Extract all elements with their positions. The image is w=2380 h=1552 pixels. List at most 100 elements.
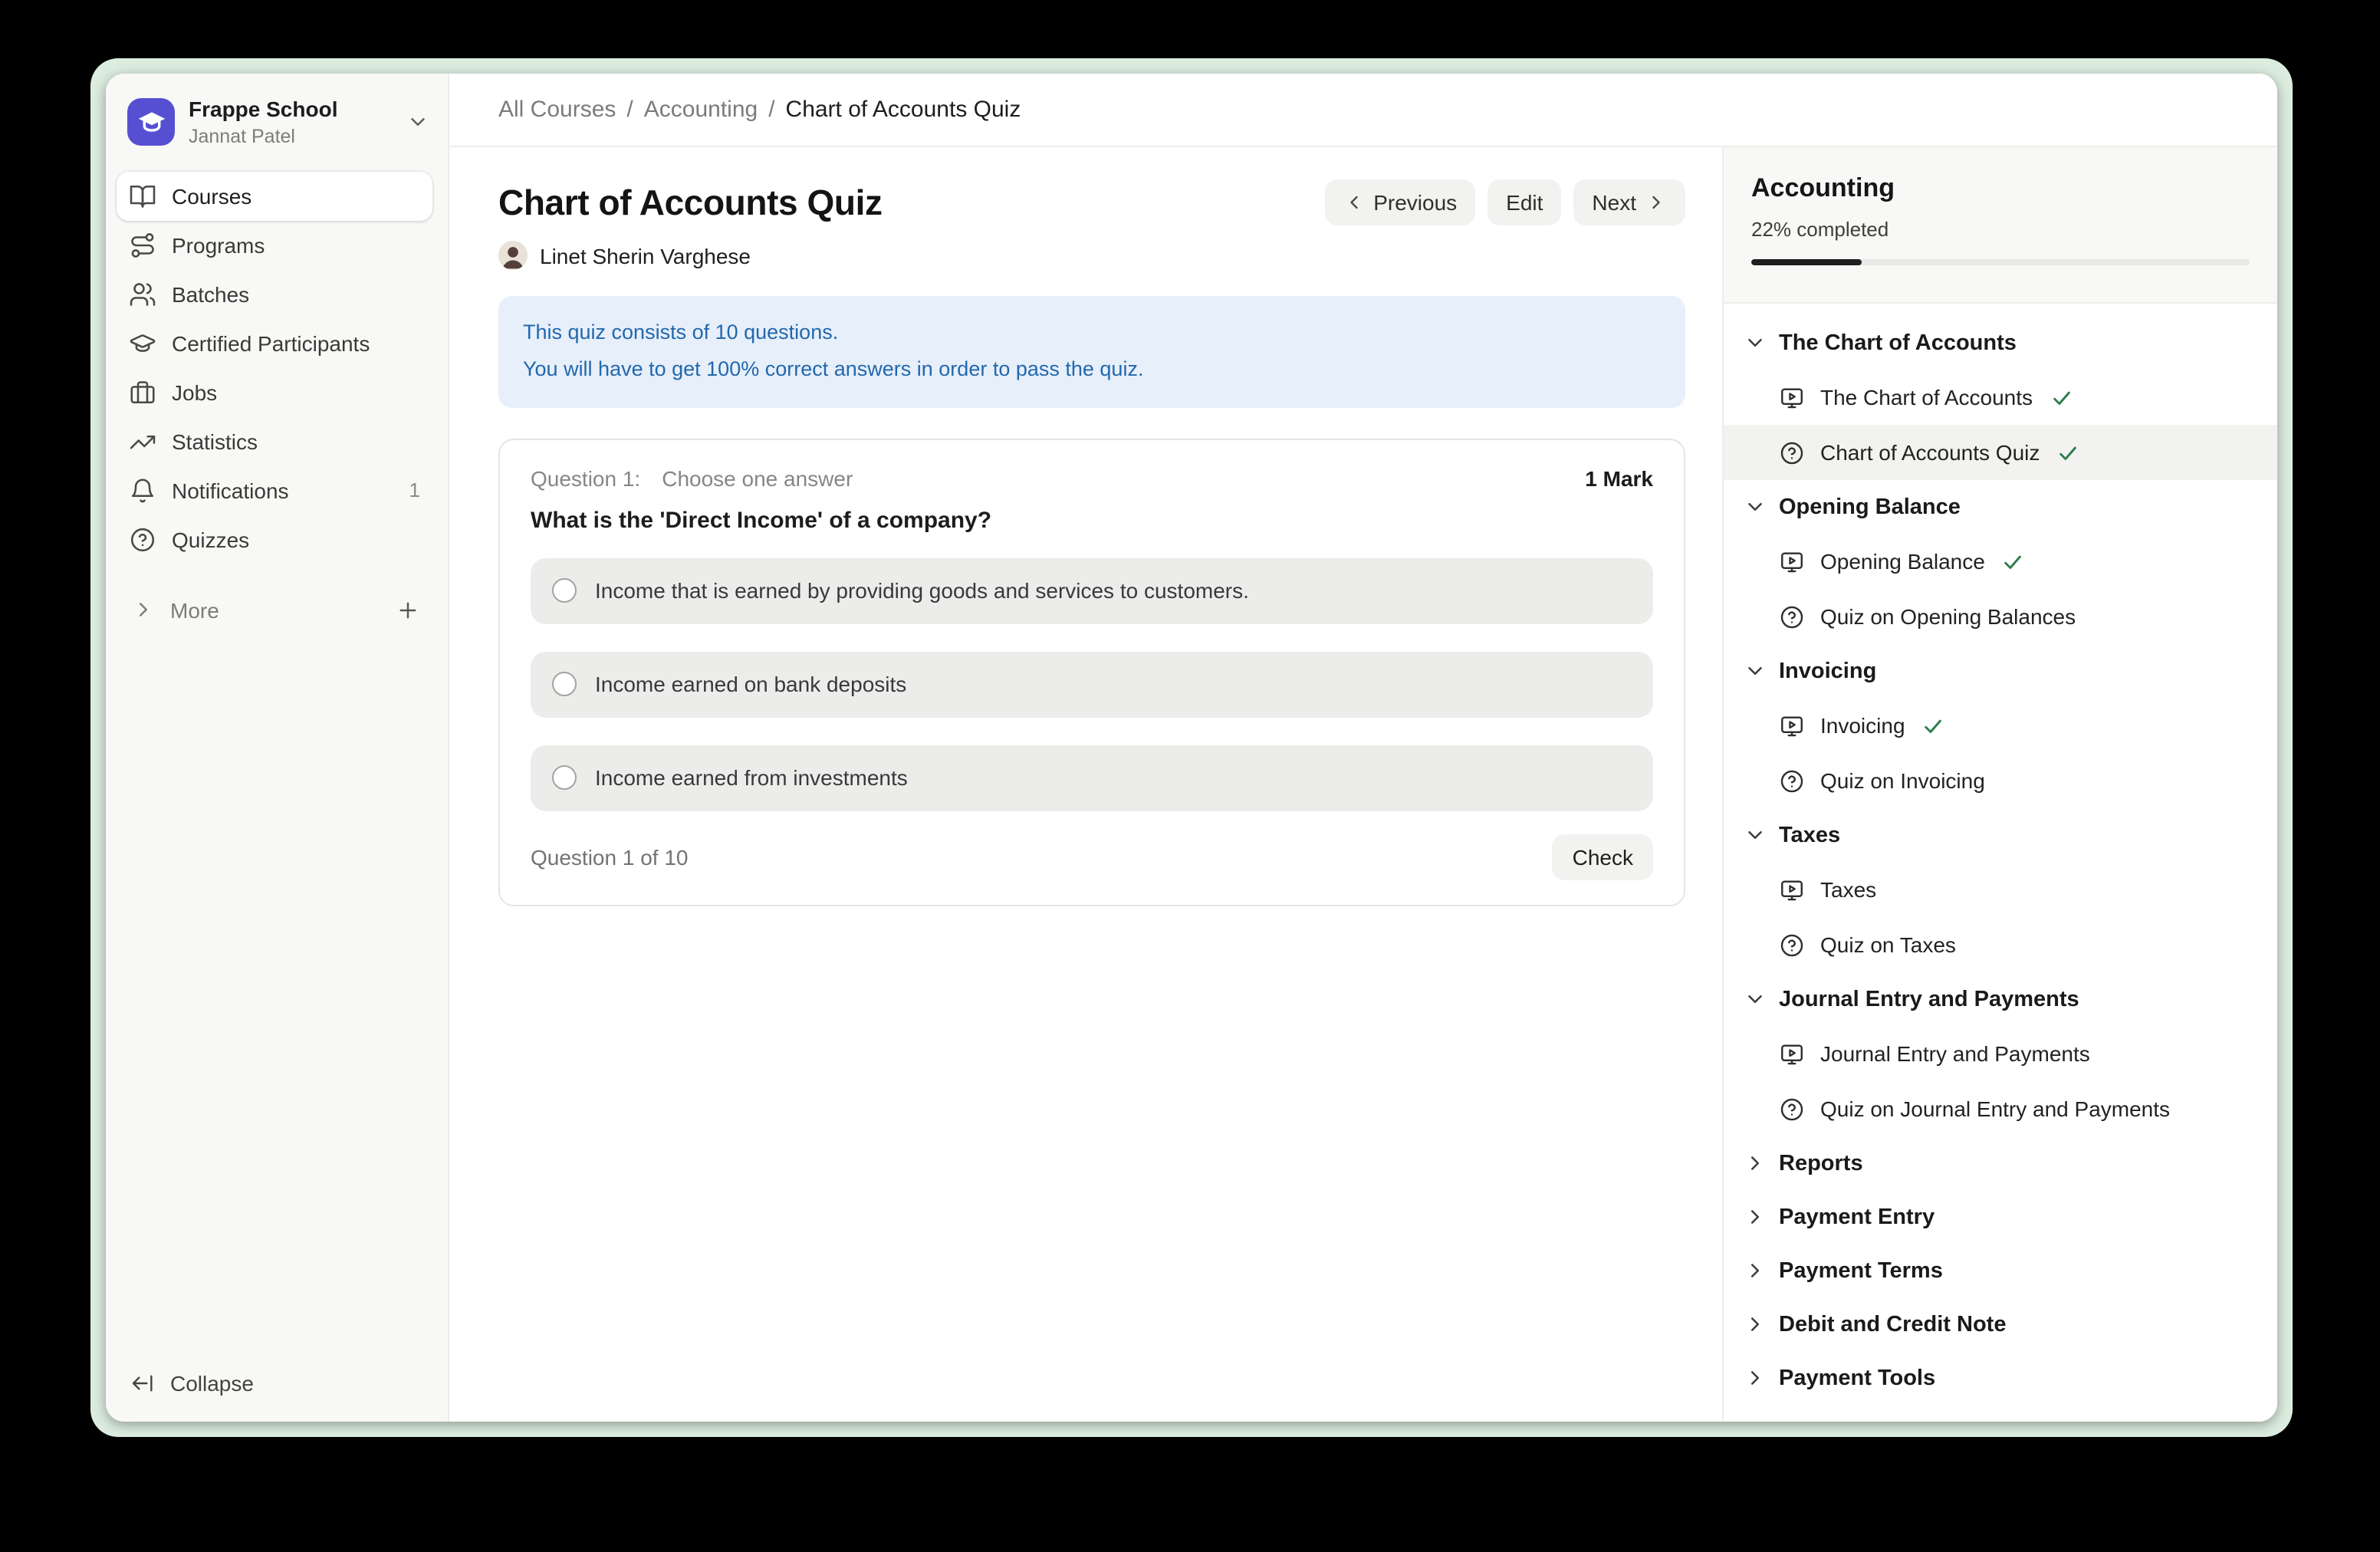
- notice-line: You will have to get 100% correct answer…: [523, 352, 1661, 390]
- chapter-row[interactable]: Opening Balance: [1724, 480, 2277, 534]
- sidebar-item-jobs[interactable]: Jobs: [117, 368, 432, 417]
- next-button[interactable]: Next: [1573, 179, 1685, 225]
- workspace-info: Frappe School Jannat Patel: [189, 97, 337, 149]
- course-progress-label: 22% completed: [1751, 218, 2250, 241]
- outline-item-quiz[interactable]: Quiz on Invoicing: [1724, 753, 2277, 808]
- option-radio[interactable]: [552, 765, 577, 790]
- chapter-title: Payment Terms: [1779, 1258, 1943, 1283]
- outline-item-quiz[interactable]: Quiz on Taxes: [1724, 917, 2277, 972]
- workspace-name: Frappe School: [189, 97, 337, 123]
- chapter-title: Opening Balance: [1779, 495, 1961, 519]
- chevron-right-icon: [1744, 1259, 1767, 1282]
- lesson-icon: [1779, 876, 1805, 903]
- course-title: Accounting: [1751, 173, 2250, 204]
- chapter-row[interactable]: Journal Entry and Payments: [1724, 972, 2277, 1026]
- previous-button-label: Previous: [1373, 190, 1457, 215]
- outline-item-label: Chart of Accounts Quiz: [1820, 440, 2040, 465]
- plus-icon[interactable]: [396, 598, 420, 623]
- chevron-right-icon: [1744, 1313, 1767, 1336]
- sidebar-item-label: Notifications: [172, 478, 289, 503]
- breadcrumb-all-courses[interactable]: All Courses: [498, 97, 616, 123]
- chapter-row-collapsed[interactable]: Payment Tools: [1724, 1351, 2277, 1405]
- outline-item-lesson[interactable]: Opening Balance: [1724, 534, 2277, 589]
- option-row[interactable]: Income earned from investments: [531, 745, 1653, 811]
- sidebar-item-notifications[interactable]: Notifications 1: [117, 466, 432, 515]
- outline-item-quiz[interactable]: Quiz on Journal Entry and Payments: [1724, 1081, 2277, 1136]
- book-open-icon: [129, 182, 156, 210]
- notice-line: This quiz consists of 10 questions.: [523, 314, 1661, 352]
- sidebar-item-batches[interactable]: Batches: [117, 270, 432, 319]
- workspace-user: Jannat Patel: [189, 123, 337, 149]
- chapter-row-collapsed[interactable]: Reports: [1724, 1136, 2277, 1190]
- chapter-title: Payment Tools: [1779, 1366, 1935, 1390]
- notification-count-badge: 1: [409, 479, 420, 502]
- outline-item-label: Quiz on Opening Balances: [1820, 604, 2076, 629]
- breadcrumb-accounting[interactable]: Accounting: [644, 97, 758, 123]
- option-radio[interactable]: [552, 578, 577, 603]
- quiz-icon: [1779, 932, 1805, 958]
- chapter-row[interactable]: Invoicing: [1724, 644, 2277, 698]
- main-content: Chart of Accounts Quiz Previous Edit: [449, 147, 1722, 1422]
- outline-item-label: Opening Balance: [1820, 549, 1985, 574]
- chevron-down-icon: [406, 111, 429, 134]
- chapter-row-collapsed[interactable]: Payment Terms: [1724, 1244, 2277, 1297]
- author-row: Linet Sherin Varghese: [498, 241, 1685, 270]
- outline-item-quiz-active[interactable]: Chart of Accounts Quiz: [1724, 425, 2277, 480]
- page-title: Chart of Accounts Quiz: [498, 182, 883, 223]
- chapter-row-collapsed[interactable]: Debit and Credit Note: [1724, 1297, 2277, 1351]
- sidebar-item-certified-participants[interactable]: Certified Participants: [117, 319, 432, 368]
- sidebar-item-courses[interactable]: Courses: [117, 172, 432, 221]
- edit-button[interactable]: Edit: [1488, 179, 1561, 225]
- quiz-nav-buttons: Previous Edit Next: [1324, 179, 1685, 225]
- chevron-down-icon: [1744, 331, 1767, 354]
- sidebar-item-quizzes[interactable]: Quizzes: [117, 515, 432, 564]
- chevron-right-icon: [1744, 1205, 1767, 1228]
- briefcase-icon: [129, 379, 156, 406]
- help-circle-icon: [129, 526, 156, 554]
- chevron-down-icon: [1744, 988, 1767, 1011]
- check-icon: [1922, 714, 1945, 737]
- sidebar-item-label: Statistics: [172, 429, 258, 454]
- next-button-label: Next: [1592, 190, 1636, 215]
- sidebar-item-label: Quizzes: [172, 528, 249, 552]
- bell-icon: [129, 477, 156, 505]
- sidebar-item-label: Jobs: [172, 380, 217, 405]
- chevron-left-icon: [1343, 192, 1364, 213]
- frappe-school-logo: [127, 99, 175, 146]
- outline-item-lesson[interactable]: Journal Entry and Payments: [1724, 1026, 2277, 1081]
- sidebar-item-statistics[interactable]: Statistics: [117, 417, 432, 466]
- lesson-icon: [1779, 384, 1805, 410]
- chapter-title: Debit and Credit Note: [1779, 1312, 2006, 1337]
- chevron-down-icon: [1744, 824, 1767, 847]
- trending-up-icon: [129, 428, 156, 455]
- previous-button[interactable]: Previous: [1324, 179, 1475, 225]
- outline-list: The Chart of Accounts The Chart of Accou…: [1724, 304, 2277, 1422]
- sidebar-item-programs[interactable]: Programs: [117, 221, 432, 270]
- outline-item-lesson[interactable]: Invoicing: [1724, 698, 2277, 753]
- option-radio[interactable]: [552, 672, 577, 696]
- outline-item-lesson[interactable]: Taxes: [1724, 862, 2277, 917]
- outline-item-label: The Chart of Accounts: [1820, 385, 2033, 409]
- outline-item-quiz[interactable]: Quiz on Opening Balances: [1724, 589, 2277, 644]
- check-button[interactable]: Check: [1553, 834, 1653, 880]
- chapter-row[interactable]: Taxes: [1724, 808, 2277, 862]
- question-progress: Question 1 of 10: [531, 844, 689, 869]
- content-column: All Courses / Accounting / Chart of Acco…: [449, 74, 2277, 1422]
- question-instruction: Choose one answer: [662, 465, 853, 490]
- sidebar-nav: Courses Programs Batches: [106, 169, 448, 635]
- chapter-row-collapsed[interactable]: Payment Entry: [1724, 1190, 2277, 1244]
- option-row[interactable]: Income that is earned by providing goods…: [531, 557, 1653, 623]
- screen: Frappe School Jannat Patel Courses: [0, 0, 2380, 1552]
- option-row[interactable]: Income earned on bank deposits: [531, 651, 1653, 717]
- sidebar-collapse-button[interactable]: Collapse: [106, 1350, 448, 1422]
- sidebar-more-toggle[interactable]: More: [117, 586, 432, 635]
- outline-item-label: Invoicing: [1820, 713, 1905, 738]
- workspace-switcher[interactable]: Frappe School Jannat Patel: [106, 74, 448, 169]
- check-icon: [2056, 441, 2079, 464]
- outline-item-label: Quiz on Taxes: [1820, 932, 1956, 957]
- quiz-icon: [1779, 603, 1805, 630]
- lesson-icon: [1779, 712, 1805, 738]
- chapter-row[interactable]: The Chart of Accounts: [1724, 316, 2277, 370]
- quiz-icon: [1779, 439, 1805, 465]
- outline-item-lesson[interactable]: The Chart of Accounts: [1724, 370, 2277, 425]
